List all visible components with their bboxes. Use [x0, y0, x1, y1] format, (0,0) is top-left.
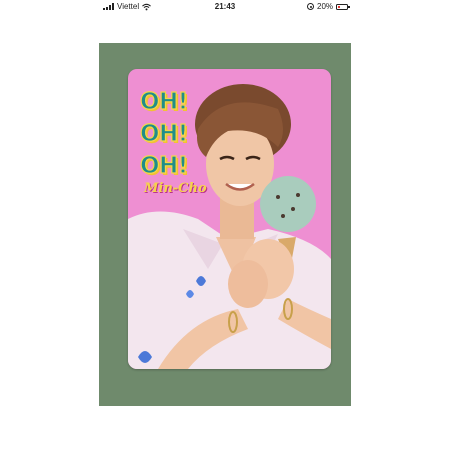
- headline-line: OH!: [139, 88, 188, 115]
- headline-line: OH!: [139, 120, 188, 147]
- brand-logo: Min-Cho: [144, 181, 207, 196]
- photo-image: OH! OH! OH! Min-Cho: [99, 43, 351, 406]
- battery-level: [338, 5, 340, 8]
- photocard: OH! OH! OH! Min-Cho: [128, 69, 331, 369]
- headline-line: OH!: [139, 152, 188, 179]
- clock: 21:43: [214, 2, 236, 11]
- orientation-lock-icon: [307, 3, 314, 10]
- battery-percent: 20%: [317, 2, 334, 11]
- status-bar: Viettel 21:43 20%: [0, 0, 450, 14]
- battery-icon: [336, 3, 350, 10]
- status-right: 20%: [307, 2, 350, 11]
